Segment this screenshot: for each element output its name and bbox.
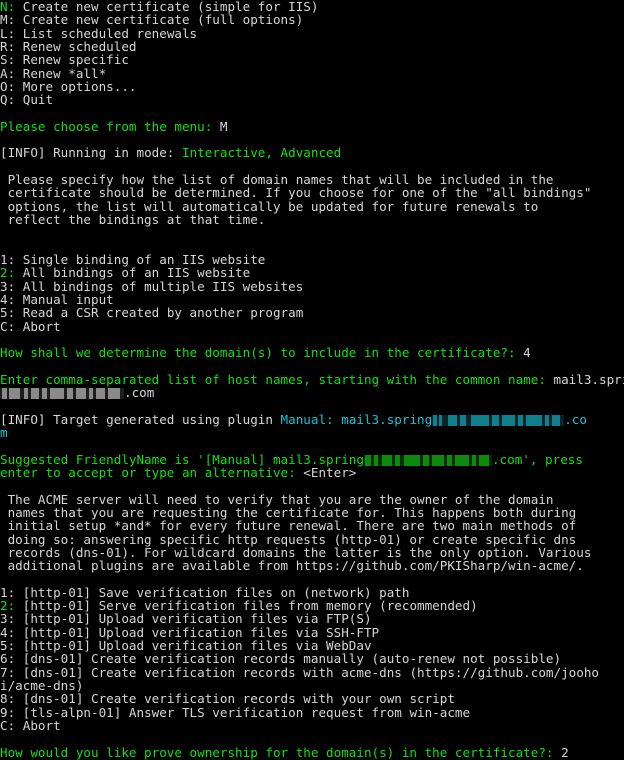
validation-explanation-line: additional plugins are available from ht… [0,559,624,572]
target-option-read-csr[interactable]: 5: Read a CSR created by another program [0,306,624,319]
validation-option-tls-alpn[interactable]: 9: [tls-alpn-01] Answer TLS verification… [0,706,624,719]
info-mode-text: Running in mode: [53,145,182,160]
info-target-line: [INFO] Target generated using plugin Man… [0,413,624,426]
spacer [0,439,624,452]
validation-explanation-line: The ACME server will need to verify that… [0,493,624,506]
menu-item-new-full[interactable]: M: Create new certificate (full options) [0,13,624,26]
menu-item-renew-all[interactable]: A: Renew *all* [0,67,624,80]
validation-explanation-line: initial setup *and* for every future ren… [0,519,624,532]
main-menu-answer: M [220,119,228,134]
info-mode-value: Interactive, Advanced [182,145,341,160]
validation-option-webdav[interactable]: 5: [http-01] Upload verification files v… [0,639,624,652]
hostnames-answer-prefix: mail3.spring [554,372,624,387]
main-menu-prompt: Please choose from the menu: [0,119,220,134]
spacer [0,479,624,492]
validation-answer: 2 [561,745,569,760]
redacted-domain [364,455,492,466]
hostnames-prompt: Enter comma-separated list of host names… [0,372,554,387]
menu-item-renew-specific[interactable]: S: Renew specific [0,53,624,66]
target-explanation-line: options, the list will automatically be … [0,200,624,213]
spacer [0,732,624,745]
validation-option-sshftp[interactable]: 4: [http-01] Upload verification files v… [0,626,624,639]
info-target-text: Target generated using plugin [53,412,280,427]
menu-item-new-simple[interactable]: N: Create new certificate (simple for II… [0,0,624,13]
validation-option-own-script[interactable]: 8: [dns-01] Create verification records … [0,692,624,705]
target-prompt: How shall we determine the domain(s) to … [0,345,523,360]
info-target-value-suffix: .co [564,412,587,427]
menu-item-list-renewals[interactable]: L: List scheduled renewals [0,27,624,40]
menu-item-quit[interactable]: Q: Quit [0,93,624,106]
validation-option-save-path[interactable]: 1: [http-01] Save verification files on … [0,586,624,599]
menu-item-renew-scheduled[interactable]: R: Renew scheduled [0,40,624,53]
menu-label: Quit [15,92,53,107]
validation-option-ftps[interactable]: 3: [http-01] Upload verification files v… [0,612,624,625]
spacer [0,572,624,585]
validation-option-acme-dns-wrap: i/acme-dns) [0,679,624,692]
validation-prompt-line[interactable]: How would you like prove ownership for t… [0,746,624,759]
target-option-abort[interactable]: C: Abort [0,320,624,333]
menu-item-more-options[interactable]: O: More options... [0,80,624,93]
info-target-wrap: m [0,426,624,439]
target-option-multiple-sites[interactable]: 3: All bindings of multiple IIS websites [0,280,624,293]
validation-explanation-line: records (dns-01). For wildcard domains t… [0,546,624,559]
target-explanation-line: certificate should be determined. If you… [0,186,624,199]
spacer [0,359,624,372]
info-mode-line: [INFO] Running in mode: Interactive, Adv… [0,146,624,159]
option-label: [dns-01] Create verification records wit… [15,665,599,680]
validation-option-abort[interactable]: C: Abort [0,719,624,732]
info-target-plugin: Manual [281,412,327,427]
option-label: [tls-alpn-01] Answer TLS verification re… [15,705,470,720]
info-tag: [INFO] [0,145,53,160]
info-target-value-prefix: mail3.spring [341,412,432,427]
info-target-separator: : [326,412,341,427]
target-option-single-binding[interactable]: 1: Single binding of an IIS website [0,253,624,266]
info-target-value-wrap: m [0,425,8,440]
info-tag: [INFO] [0,412,53,427]
friendlyname-line[interactable]: Suggested FriendlyName is '[Manual] mail… [0,453,624,466]
spacer [0,160,624,173]
validation-option-acme-dns[interactable]: 7: [dns-01] Create verification records … [0,666,624,679]
target-prompt-line[interactable]: How shall we determine the domain(s) to … [0,346,624,359]
terminal-screen[interactable]: N: Create new certificate (simple for II… [0,0,624,676]
target-explanation-line: reflect the bindings at that time. [0,213,624,226]
option-label: Abort [15,319,61,334]
spacer [0,399,624,412]
friendlyname-suffix: .com', press [492,452,583,467]
redacted-domain [0,388,124,399]
spacer [0,107,624,120]
hostnames-prompt-line[interactable]: Enter comma-separated list of host names… [0,373,624,386]
friendlyname-prompt-line[interactable]: enter to accept or type an alternative: … [0,466,624,479]
target-option-all-bindings[interactable]: 2: All bindings of an IIS website [0,266,624,279]
redacted-domain [432,415,564,426]
validation-explanation-line: doing so: answering specific http reques… [0,533,624,546]
validation-explanation-line: names that you are requesting the certif… [0,506,624,519]
validation-option-dns-manual[interactable]: 6: [dns-01] Create verification records … [0,652,624,665]
target-option-manual-input[interactable]: 4: Manual input [0,293,624,306]
option-label: Abort [15,718,61,733]
option-key: C: [0,319,15,334]
friendlyname-answer: <Enter> [303,465,356,480]
spacer [0,333,624,346]
main-menu-prompt-line[interactable]: Please choose from the menu: M [0,120,624,133]
validation-option-serve-memory[interactable]: 2: [http-01] Serve verification files fr… [0,599,624,612]
target-explanation-line: Please specify how the list of domain na… [0,173,624,186]
spacer [0,133,624,146]
menu-key: Q: [0,92,15,107]
spacer [0,226,624,239]
option-key: C: [0,718,15,733]
validation-prompt: How would you like prove ownership for t… [0,745,561,760]
hostnames-answer-wrap: .com [0,386,624,399]
hostnames-answer-suffix: .com [124,385,154,400]
friendlyname-prompt: enter to accept or type an alternative: [0,465,303,480]
spacer [0,240,624,253]
target-answer: 4 [523,345,531,360]
